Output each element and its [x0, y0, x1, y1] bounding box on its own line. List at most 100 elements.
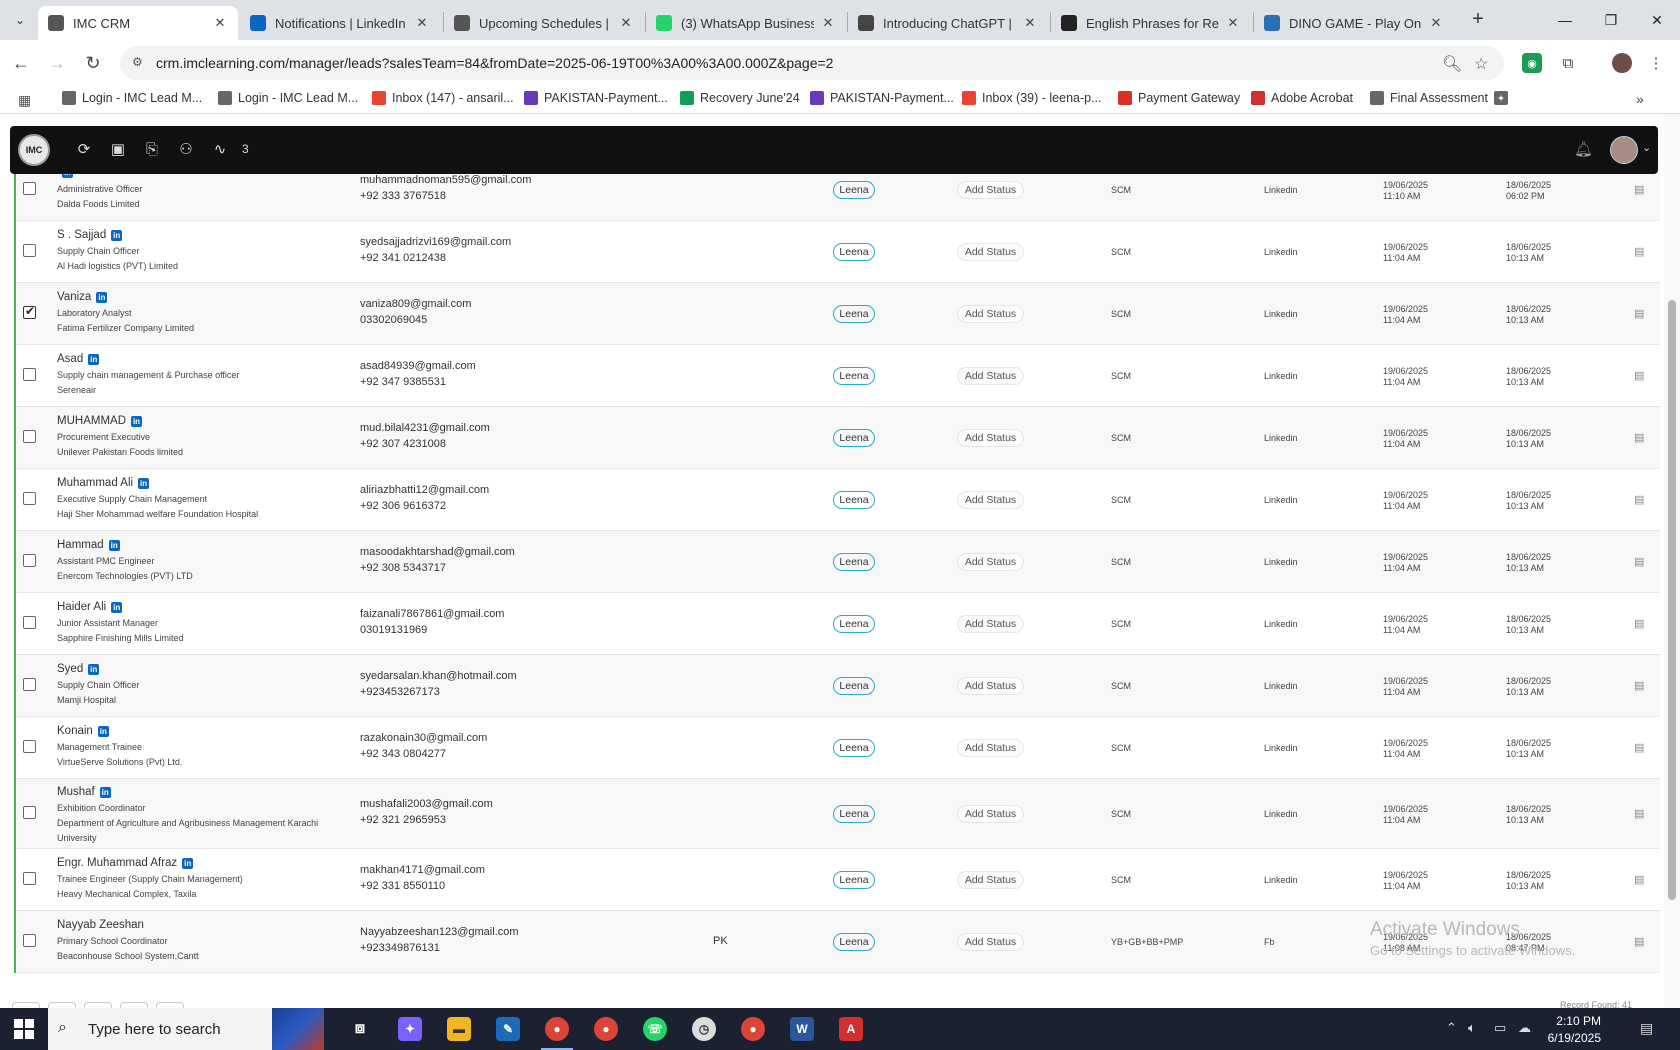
add-status-button[interactable]: Add Status — [957, 367, 1024, 385]
bookmark-item[interactable]: PAKISTAN-Payment... — [810, 91, 954, 105]
lead-name[interactable]: Vaniza in — [57, 291, 108, 303]
url-text[interactable]: crm.imclearning.com/manager/leads?salesT… — [156, 55, 833, 71]
calendar-check-icon[interactable]: ▣ — [108, 140, 128, 160]
row-checkbox[interactable] — [23, 616, 36, 629]
add-status-button[interactable]: Add Status — [957, 739, 1024, 757]
owner-badge[interactable]: Leena — [833, 367, 875, 385]
lead-email[interactable]: masoodakhtarshad@gmail.com — [360, 546, 515, 558]
news-banner-icon[interactable] — [272, 1008, 324, 1050]
notification-icon[interactable]: ▤ — [1640, 1020, 1653, 1037]
owner-badge[interactable]: Leena — [833, 739, 875, 757]
lead-email[interactable]: syedarsalan.khan@hotmail.com — [360, 670, 517, 682]
lead-name[interactable]: Asad in — [57, 353, 100, 365]
linkedin-icon[interactable]: in — [108, 539, 120, 551]
file-explorer-icon[interactable]: ▬ — [447, 1017, 471, 1041]
table-row[interactable]: MUHAMMAD in Procurement Executive Unilever … — [16, 407, 1660, 469]
lead-name-text[interactable]: Nayyab Zeeshan — [57, 919, 144, 931]
lead-name[interactable]: Haider Ali in — [57, 601, 123, 613]
browser-tab[interactable]: Upcoming Schedules | IM ✕ — [444, 6, 644, 40]
lead-email[interactable]: makhan4171@gmail.com — [360, 864, 485, 876]
extension-green-icon[interactable]: ◉ — [1522, 53, 1542, 73]
table-row[interactable]: Mushaf in Exhibition Coordinator Department… — [16, 779, 1660, 849]
linkedin-icon[interactable]: in — [131, 415, 142, 427]
acrobat-icon[interactable]: A — [839, 1017, 863, 1041]
owner-badge[interactable]: Leena — [833, 429, 875, 447]
network-icon[interactable]: ☁ — [1518, 1020, 1531, 1036]
lead-email[interactable]: Nayyabzeeshan123@gmail.com — [360, 926, 519, 938]
chrome-icon[interactable]: ● — [594, 1017, 618, 1041]
owner-badge[interactable]: Leena — [833, 871, 875, 889]
row-checkbox[interactable] — [23, 554, 36, 567]
notes-icon[interactable]: ▤ — [1634, 431, 1644, 444]
row-checkbox[interactable] — [23, 872, 36, 885]
lead-name[interactable]: Syed in — [57, 663, 100, 675]
lead-email[interactable]: muhammadnoman595@gmail.com — [360, 174, 531, 186]
clock-app-icon[interactable]: ◷ — [692, 1017, 716, 1041]
notes-icon[interactable]: ▤ — [1634, 245, 1644, 258]
add-status-button[interactable]: Add Status — [957, 933, 1024, 951]
lead-phone[interactable]: +92 341 0212438 — [360, 252, 446, 264]
imc-logo[interactable]: IMC — [18, 134, 50, 166]
notes-icon[interactable]: ▤ — [1634, 741, 1644, 754]
add-status-button[interactable]: Add Status — [957, 553, 1024, 571]
notes-icon[interactable]: ▤ — [1634, 873, 1644, 886]
lead-phone[interactable]: 03019131969 — [360, 624, 427, 636]
task-view-icon[interactable]: ⧈ — [348, 1017, 372, 1041]
close-tab-icon[interactable]: ✕ — [212, 15, 228, 31]
add-status-button[interactable]: Add Status — [957, 805, 1024, 823]
taskbar-search-placeholder[interactable]: Type here to search — [88, 1021, 221, 1038]
bookmark-item[interactable]: Login - IMC Lead M... — [218, 91, 358, 105]
owner-badge[interactable]: Leena — [833, 305, 875, 323]
lead-name-text[interactable]: MUHAMMAD — [57, 415, 126, 427]
user-avatar[interactable] — [1610, 136, 1638, 164]
minimize-icon[interactable]: — — [1540, 0, 1590, 40]
notes-icon[interactable]: ▤ — [1634, 369, 1644, 382]
browser-tab[interactable]: (3) WhatsApp Business ✕ — [646, 6, 846, 40]
user-icon[interactable]: ⚇ — [176, 140, 196, 160]
owner-badge[interactable]: Leena — [833, 933, 875, 951]
tray-chevron-icon[interactable]: ⌃ — [1446, 1020, 1457, 1036]
lead-name[interactable]: Nayyab Zeeshan — [57, 919, 144, 931]
clock-date[interactable]: 6/19/2025 — [1535, 1031, 1601, 1045]
close-tab-icon[interactable]: ✕ — [414, 15, 430, 31]
lead-phone[interactable]: +923349876131 — [360, 942, 440, 954]
new-tab-button[interactable]: + — [1466, 8, 1490, 32]
notes-icon[interactable]: ▤ — [1634, 935, 1644, 948]
owner-badge[interactable]: Leena — [833, 805, 875, 823]
apps-grid-icon[interactable]: ▦ — [18, 92, 31, 109]
close-tab-icon[interactable]: ✕ — [618, 15, 634, 31]
clock-time[interactable]: 2:10 PM — [1535, 1014, 1601, 1028]
row-checkbox[interactable] — [23, 182, 36, 195]
lead-email[interactable]: razakonain30@gmail.com — [360, 732, 487, 744]
browser-tab[interactable]: DINO GAME - Play Onlin ✕ — [1254, 6, 1454, 40]
extensions-puzzle-icon[interactable]: ⧉ — [1558, 53, 1578, 73]
lead-name[interactable]: Engr. Muhammad Afraz in — [57, 857, 194, 869]
table-row[interactable]: Haider Ali in Junior Assistant Manager Sapp… — [16, 593, 1660, 655]
notes-icon[interactable]: ▤ — [1634, 617, 1644, 630]
lead-name-text[interactable]: Konain — [57, 725, 93, 737]
forward-icon[interactable]: → — [44, 51, 70, 77]
lead-phone[interactable]: +923453267173 — [360, 686, 440, 698]
owner-badge[interactable]: Leena — [833, 615, 875, 633]
add-status-button[interactable]: Add Status — [957, 429, 1024, 447]
activity-icon[interactable]: ∿ — [210, 140, 230, 160]
linkedin-icon[interactable]: in — [99, 786, 111, 798]
bookmark-item[interactable]: Inbox (147) - ansaril... — [372, 91, 514, 105]
lead-name-text[interactable]: S . Sajjad — [57, 229, 106, 241]
notes-icon[interactable]: ▤ — [1634, 307, 1644, 320]
owner-badge[interactable]: Leena — [833, 677, 875, 695]
lead-name-text[interactable]: Hammad — [57, 539, 104, 551]
add-status-button[interactable]: Add Status — [957, 677, 1024, 695]
lead-name-text[interactable]: Engr. Muhammad Afraz — [57, 857, 177, 869]
browser-tab[interactable]: Notifications | LinkedIn ✕ — [240, 6, 440, 40]
linkedin-icon[interactable]: in — [88, 353, 100, 365]
browser-tab[interactable]: Introducing ChatGPT | O ✕ — [848, 6, 1048, 40]
notes-icon[interactable]: ▤ — [1634, 807, 1644, 820]
row-checkbox[interactable] — [23, 492, 36, 505]
lead-email[interactable]: faizanali7867861@gmail.com — [360, 608, 504, 620]
close-window-icon[interactable]: ✕ — [1632, 0, 1680, 40]
lead-phone[interactable]: +92 333 3767518 — [360, 190, 446, 202]
lead-phone[interactable]: +92 307 4231008 — [360, 438, 446, 450]
chevron-down-icon[interactable]: ⌄ — [1642, 141, 1651, 154]
chrome-menu-icon[interactable]: ⋮ — [1646, 53, 1666, 73]
